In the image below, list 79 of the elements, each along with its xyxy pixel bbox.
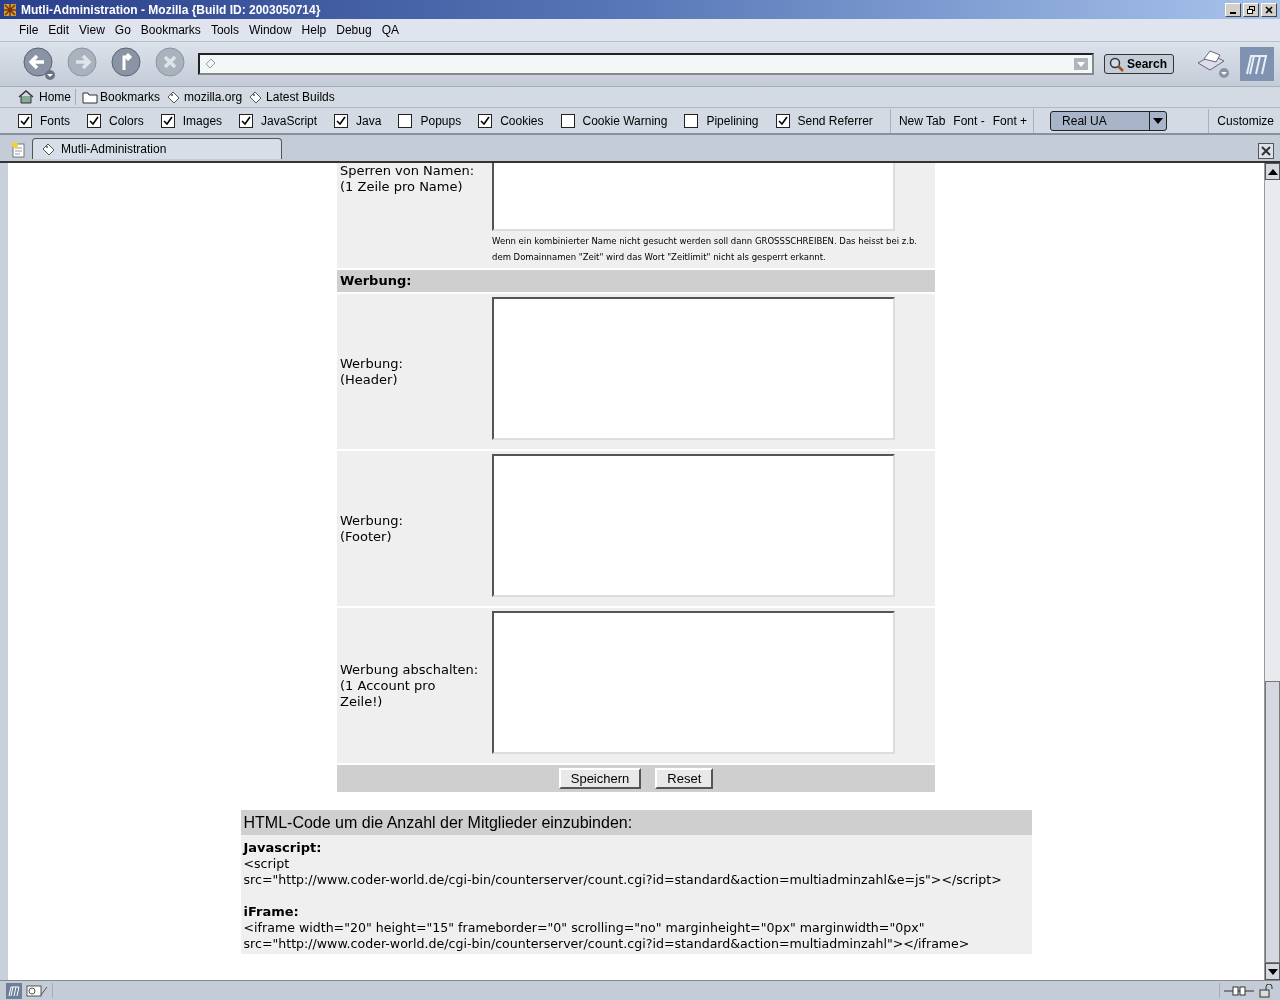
field-label: Werbung abschalten: (1 Account pro Zeile!) [339, 661, 480, 710]
scrollbar[interactable] [1264, 163, 1280, 980]
code-line: <iframe width="20" height="15" frameborder="0" scrolling="no" marginheight="0px" marginwidth="0px" [243, 920, 926, 936]
bookmark-link[interactable]: Bookmarks [82, 89, 161, 105]
page-icon [41, 141, 57, 157]
search-icon [1108, 56, 1124, 72]
back-button[interactable] [22, 46, 58, 82]
bookmark-link[interactable]: mozilla.org [166, 89, 243, 105]
url-field[interactable] [198, 53, 1094, 75]
field-label: Werbung: (Header) [339, 355, 404, 388]
code-label: Javascript: [243, 840, 323, 856]
menu-item[interactable]: Debug [331, 23, 377, 37]
code-line: src="http://www.coder-world.de/cgi-bin/counterserver/count.cgi?id=standard&action=multiadminzahl"></iframe> [243, 936, 971, 952]
hint-text: Wenn ein kombinierter Name nicht gesucht werden soll dann GROSSSCHREIBEN. Das heisst bei z.b. dem Domainnamen "Zeit" wird das Wort "Zeitlimit" nicht als gesperrt erkannt. [492, 235, 919, 264]
field-label: Werbung: (Footer) [339, 512, 404, 545]
home-icon [18, 89, 34, 105]
form-button[interactable]: Reset [655, 768, 714, 789]
menu-item[interactable]: View [74, 23, 110, 37]
toolbar-button[interactable]: Font - [953, 113, 985, 128]
connection-icon [1224, 984, 1254, 997]
section-heading: HTML-Code um die Anzahl der Mitglieder einzubinden: [240, 810, 1032, 835]
page-icon [204, 58, 216, 70]
close-button[interactable] [1261, 2, 1277, 17]
toolbar-button[interactable]: Font + [992, 113, 1028, 128]
search-button[interactable]: Search [1103, 54, 1174, 74]
minimize-button[interactable] [1225, 2, 1241, 17]
menu-item[interactable]: Go [109, 23, 136, 37]
mail-icon[interactable] [26, 982, 48, 999]
checkbox[interactable]: Cookies [478, 113, 544, 128]
checkmark-icon [776, 114, 789, 127]
checkbox[interactable]: JavaScript [239, 113, 318, 128]
checkbox[interactable]: Java [334, 113, 382, 128]
code-label: iFrame: [243, 904, 300, 920]
dropdown-arrow-icon [1152, 116, 1165, 125]
checkmark-icon [19, 114, 31, 127]
checkmark-icon [88, 114, 100, 127]
new-tab-icon[interactable] [10, 141, 28, 159]
mozilla-logo[interactable] [6, 982, 22, 999]
padlock-icon [1258, 983, 1274, 998]
section-heading: Werbung: [337, 270, 935, 292]
restore-button[interactable] [1243, 2, 1259, 17]
field-label: Sperren von Namen: (1 Zeile pro Name) [339, 163, 476, 195]
window-title: Mutli-Administration - Mozilla {Build ID: 2003050714} [21, 2, 321, 17]
scroll-up-icon[interactable] [1267, 168, 1278, 175]
code-line: <script [243, 856, 291, 872]
menu-item[interactable]: Help [296, 23, 332, 37]
checkbox[interactable]: Pipelining [684, 113, 759, 128]
toolbar-button[interactable]: New Tab [898, 113, 946, 128]
minimize-icon [1230, 11, 1236, 14]
checkbox[interactable]: Colors [87, 113, 144, 128]
checkmark-icon [335, 114, 348, 127]
checkbox[interactable]: Send Referrer [775, 113, 873, 128]
code-line: src="http://www.coder-world.de/cgi-bin/counterserver/count.cgi?id=standard&action=multiadminzahl&e=js"></script> [243, 872, 1003, 888]
form-button[interactable]: Speichern [558, 768, 642, 789]
bookmark-link[interactable]: Latest Builds [248, 89, 335, 105]
app-icon [3, 2, 17, 17]
checkmark-icon [479, 114, 492, 127]
mozilla-logo[interactable] [1240, 47, 1274, 81]
menu-item[interactable]: QA [376, 23, 404, 37]
menu-item[interactable]: Window [243, 23, 297, 37]
menu-item[interactable]: Bookmarks [135, 23, 206, 37]
checkbox[interactable]: Fonts [18, 113, 70, 128]
restore-icon [1246, 4, 1256, 15]
checkmark-icon [240, 114, 253, 127]
scroll-down-icon[interactable] [1267, 968, 1278, 975]
folder-icon [82, 89, 98, 105]
bookmark-link[interactable]: Home [14, 89, 76, 105]
close-icon [1264, 4, 1274, 15]
close-tab-icon[interactable] [1258, 143, 1274, 159]
checkbox[interactable]: Images [160, 113, 223, 128]
tab[interactable]: Mutli-Administration [32, 138, 282, 159]
customize-button[interactable]: Customize [1217, 113, 1274, 128]
menu-item[interactable]: Edit [43, 23, 75, 37]
checkmark-icon [161, 114, 174, 127]
checkbox[interactable]: Popups [398, 113, 462, 128]
menu-item[interactable]: Tools [205, 23, 244, 37]
checkbox[interactable]: Cookie Warning [560, 113, 668, 128]
menu-item[interactable]: File [14, 23, 44, 37]
user-agent-dropdown[interactable]: Real UA [1050, 110, 1168, 131]
